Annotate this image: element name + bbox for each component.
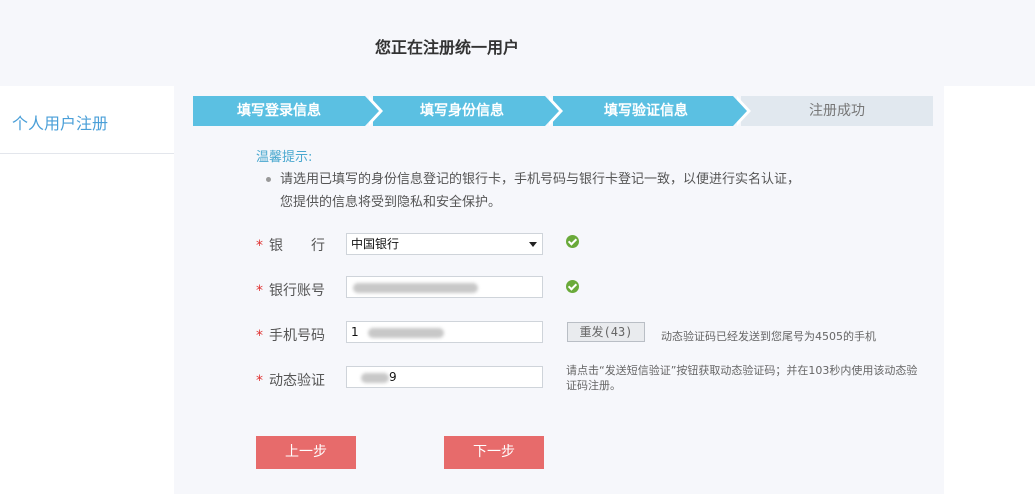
next-button[interactable]: 下一步: [444, 436, 544, 469]
step-4-label: 注册成功: [809, 103, 865, 119]
header-band: 您正在注册统一用户: [0, 0, 1035, 86]
phone-input[interactable]: 1: [346, 321, 543, 343]
sent-note: 动态验证码已经发送到您尾号为4505的手机: [661, 330, 876, 343]
resend-button[interactable]: 重发(43): [567, 322, 645, 342]
account-label: * 银行账号: [256, 283, 325, 299]
code-hint: 请点击“发送短信验证”按钮获取动态验证码；并在103秒内使用该动态验证码注册。: [566, 364, 918, 392]
check-icon: [566, 235, 579, 248]
main-content: 填写登录信息 填写身份信息 填写验证信息 注册成功 温馨提示: 请选用已填写的身…: [174, 86, 944, 494]
bank-select[interactable]: 中国银行: [346, 233, 543, 255]
account-input[interactable]: [346, 276, 543, 298]
step-1-label: 填写登录信息: [237, 103, 321, 119]
phone-label: * 手机号码: [256, 328, 325, 344]
step-3: 填写验证信息: [553, 96, 751, 126]
tip-text: 请选用已填写的身份信息登记的银行卡，手机号码与银行卡登记一致，以便进行实名认证，: [266, 168, 800, 187]
code-label: * 动态验证: [256, 373, 325, 389]
step-3-label: 填写验证信息: [604, 103, 688, 119]
masked-value: [353, 282, 478, 293]
masked-value: [368, 327, 445, 338]
step-1: 填写登录信息: [193, 96, 383, 126]
prev-button[interactable]: 上一步: [256, 436, 356, 469]
step-progress: 填写登录信息 填写身份信息 填写验证信息 注册成功: [193, 96, 933, 126]
check-icon: [566, 280, 579, 293]
step-2-label: 填写身份信息: [420, 103, 504, 119]
step-4: 注册成功: [741, 96, 933, 126]
sidebar-item-personal-registration[interactable]: 个人用户注册: [0, 100, 174, 154]
step-2: 填写身份信息: [373, 96, 563, 126]
bank-label: * 银 行: [256, 238, 325, 254]
masked-value: [361, 372, 389, 383]
page-title: 您正在注册统一用户: [375, 38, 520, 57]
sidebar: 个人用户注册: [0, 86, 174, 494]
chevron-down-icon: [529, 242, 537, 247]
tip-text-2: 您提供的信息将受到隐私和安全保护。: [280, 195, 502, 210]
bullet-icon: [266, 177, 271, 182]
tip-title: 温馨提示:: [256, 150, 313, 165]
code-input[interactable]: 9: [346, 366, 543, 388]
